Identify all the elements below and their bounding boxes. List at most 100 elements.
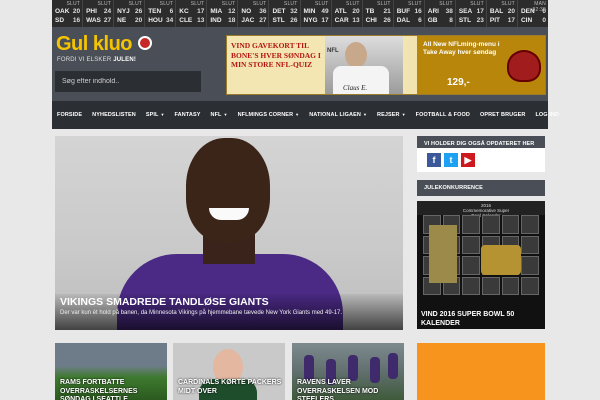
home-row: IND 18 (210, 16, 235, 25)
chevron-down-icon: ▼ (401, 112, 406, 117)
ticker-game[interactable]: SLUT TB 21 CHI 26 (363, 0, 394, 27)
away-row: TEN 6 (148, 7, 173, 16)
grid-cell (462, 235, 480, 254)
away-row: NYJ 26 (117, 7, 142, 16)
login-link[interactable]: LOG IND (530, 112, 564, 118)
ticker-game[interactable]: SLUT DET 32 STL 26 (269, 0, 301, 27)
home-row: CAR 13 (335, 16, 360, 25)
ticker-game[interactable]: SLUT ARI 38 GB 8 (425, 0, 456, 27)
header-banner-ad[interactable]: VIND GAVEKORT TIL BONE'S HVER SØNDAG I M… (226, 35, 546, 95)
home-score: 17 (507, 17, 515, 24)
nav-item-fantasy[interactable]: FANTASY (170, 112, 206, 118)
sidebar-ad[interactable] (417, 343, 545, 400)
register-link[interactable]: OPRET BRUGER (475, 112, 531, 118)
home-team: GB (427, 17, 438, 24)
grid-cell (462, 276, 480, 295)
home-team: IND (210, 17, 222, 24)
ticker-game[interactable]: SLUT NO 36 JAC 27 (238, 0, 270, 27)
article-thumb[interactable]: CARDINALS KØRTE PACKERS MIDT OVER (173, 343, 285, 400)
away-row: DEN 0 (521, 7, 546, 16)
article-thumb[interactable]: RAMS FORTBATTE OVERRASKELSERNES SØNDAG I… (55, 343, 167, 400)
ticker-game[interactable]: SLUT TEN 6 HOU 34 (145, 0, 177, 27)
away-team: NYJ (117, 8, 130, 15)
search-input[interactable] (55, 71, 201, 92)
home-score: 13 (197, 17, 205, 24)
home-team: CLE (179, 17, 193, 24)
chevron-down-icon: ▼ (223, 112, 228, 117)
away-row: NO 36 (241, 7, 266, 16)
away-score: 32 (290, 8, 298, 15)
away-score: 36 (259, 8, 267, 15)
nav-item-rejser[interactable]: REJSER ▼ (372, 112, 411, 118)
nav-item-label: FORSIDE (57, 112, 83, 118)
home-team: CHI (365, 17, 377, 24)
ticker-game[interactable]: SLUT KC 17 CLE 13 (176, 0, 208, 27)
grid-cell (521, 235, 539, 254)
away-row: BAL 20 (490, 7, 515, 16)
twitter-icon[interactable]: t (444, 153, 458, 167)
home-score: 26 (290, 17, 298, 24)
home-team: NYG (303, 17, 318, 24)
calendar-gold-panel (429, 225, 457, 283)
nav-item-label: SPIL (145, 112, 159, 118)
main-nav: FORSIDE NYHEDSLISTEN SPIL ▼ FANTASY NFL ▼ NFLMI… (52, 101, 559, 129)
chevron-down-icon: ▼ (295, 112, 300, 117)
ticker-game[interactable]: SLUT BAL 20 PIT 17 (487, 0, 518, 27)
nav-item-label: FOOTBALL & FOOD (415, 112, 470, 118)
nav-item-football-food[interactable]: FOOTBALL & FOOD (411, 112, 475, 118)
away-score: 21 (383, 8, 391, 15)
away-score: 17 (197, 8, 205, 15)
away-row: PHI 24 (86, 7, 111, 16)
nav-item-forside[interactable]: FORSIDE (52, 112, 87, 118)
away-score: 16 (414, 8, 422, 15)
ticker-game[interactable]: SLUT MIA 12 IND 18 (207, 0, 239, 27)
grid-cell (501, 276, 520, 295)
nav-item-spil[interactable]: SPIL ▼ (141, 112, 170, 118)
away-row: SEA 17 (459, 7, 484, 16)
facebook-icon[interactable]: f (427, 153, 441, 167)
tagline: FORDI VI ELSKER JULEN! (57, 57, 136, 63)
article-thumb[interactable]: RAVENS LAVER OVERRASKELSEN MOD STEELERS (292, 343, 404, 400)
featured-title[interactable]: VIKINGS SMADREDE TANDLØSE GIANTS (60, 296, 398, 309)
nav-item-nyhedslisten[interactable]: NYHEDSLISTEN (87, 112, 141, 118)
ticker-game[interactable]: SLUT MIN 49 NYG 17 (301, 0, 332, 27)
ticker-game[interactable]: SLUT NYJ 26 NE 20 (114, 0, 146, 27)
home-row: HOU 34 (148, 16, 173, 25)
ticker-game[interactable]: SLUT OAK 20 SD 16 (52, 0, 84, 27)
away-team: MIA (210, 8, 223, 15)
away-score: 17 (476, 8, 484, 15)
banner-signature: Claus E. (343, 84, 368, 92)
home-team: NE (117, 17, 127, 24)
away-row: MIN 49 (304, 7, 329, 16)
home-team: PIT (489, 17, 500, 24)
nav-item-national-ligaen[interactable]: NATIONAL LIGAEN ▼ (304, 112, 372, 118)
ticker-game[interactable]: SLUT SEA 17 STL 23 (456, 0, 487, 27)
home-score: 8 (449, 17, 453, 24)
ticker-game[interactable]: SLUT BUF 16 DAL 6 (394, 0, 425, 27)
home-team: CAR (334, 17, 349, 24)
grid-cell (521, 276, 539, 295)
nav-item-label: NFL (210, 112, 222, 118)
score-ticker: SLUT OAK 20 SD 16 SLUT PHI 24 WAS 27 SLUT NYJ 26 NE 20… (52, 0, 548, 27)
away-team: NO (241, 8, 252, 15)
ticker-game[interactable]: MAN 02:30 DEN 0 CIN 0 (518, 0, 548, 27)
nav-item-nflmings-corner[interactable]: NFLMINGS CORNER ▼ (233, 112, 305, 118)
nav-item-nfl[interactable]: NFL ▼ (206, 112, 233, 118)
away-row: DET 32 (272, 7, 297, 16)
nav-item-label: FANTASY (174, 112, 201, 118)
home-score: 13 (352, 17, 360, 24)
article-thumb-title: RAMS FORTBATTE OVERRASKELSERNES SØNDAG I… (60, 379, 138, 400)
featured-article[interactable]: VIKINGS SMADREDE TANDLØSE GIANTS Der var… (55, 136, 403, 330)
home-row: GB 8 (428, 16, 453, 25)
grid-cell (462, 256, 480, 275)
youtube-icon[interactable]: ▶ (461, 153, 475, 167)
ticker-game[interactable]: SLUT PHI 24 WAS 27 (83, 0, 115, 27)
home-row: SD 16 (55, 16, 80, 25)
home-row: CIN 0 (521, 16, 546, 25)
site-header: Gul kluo FORDI VI ELSKER JULEN! VIND GAV… (52, 27, 548, 101)
nav-item-label: NYHEDSLISTEN (92, 112, 136, 118)
ticker-game[interactable]: SLUT ATL 20 CAR 13 (332, 0, 363, 27)
site-logo[interactable]: Gul kluo (56, 33, 152, 55)
away-team: MIN (303, 8, 316, 15)
calendar-contest-ad[interactable]: 2016 Commemorative Super Bowl Calendar V… (417, 201, 545, 329)
